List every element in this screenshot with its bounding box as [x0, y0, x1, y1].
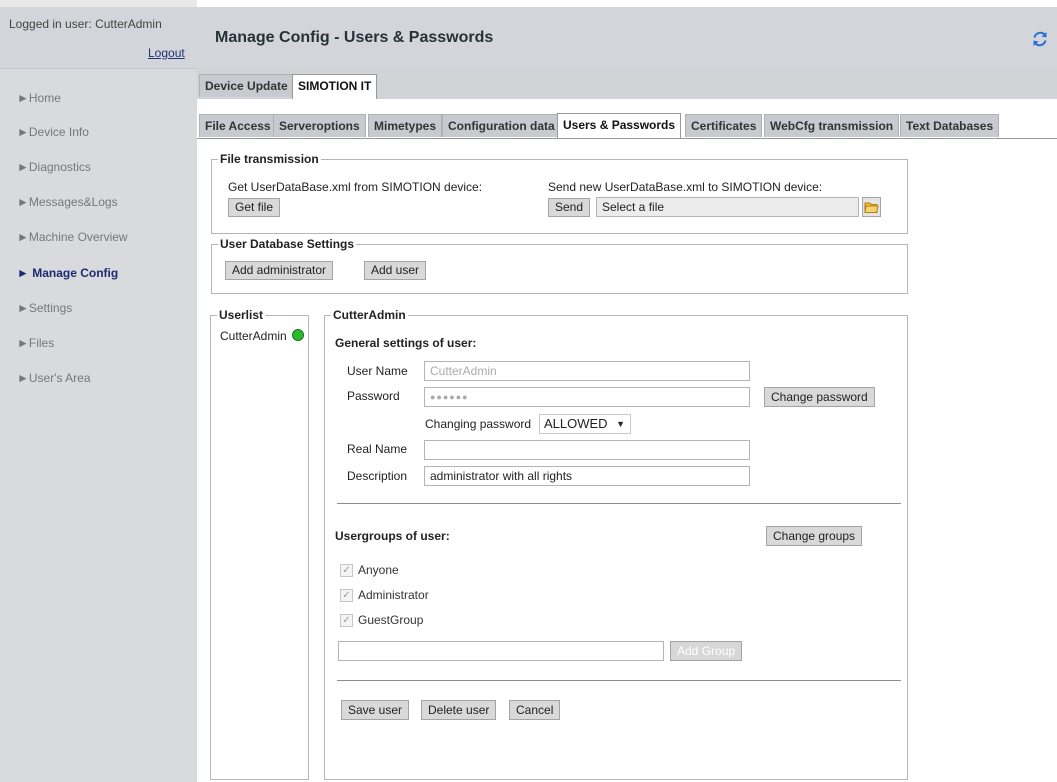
- send-button[interactable]: Send: [548, 198, 591, 217]
- tab-serveroptions[interactable]: Serveroptions: [273, 114, 366, 137]
- user-status-icon: [292, 329, 305, 341]
- description-label: Description: [347, 469, 408, 483]
- chevron-down-icon: ▼: [616, 419, 625, 429]
- group-administrator-label: Administrator: [358, 588, 429, 602]
- group-anyone-checkbox[interactable]: ✓: [340, 564, 353, 577]
- change-groups-button[interactable]: Change groups: [766, 526, 863, 546]
- sidebar-item-users-area[interactable]: ►User's Area: [17, 371, 91, 385]
- tab-mimetypes[interactable]: Mimetypes: [368, 114, 443, 137]
- file-select-input[interactable]: Select a file: [596, 197, 859, 217]
- group-anyone-label: Anyone: [358, 563, 399, 577]
- divider: [337, 503, 901, 504]
- tab-bar-sub: File Access Serveroptions Mimetypes Conf…: [197, 99, 1057, 139]
- password-field[interactable]: ●●●●●●: [424, 387, 750, 407]
- user-list-item-name: CutterAdmin: [220, 329, 287, 343]
- add-user-button[interactable]: Add user: [364, 261, 427, 280]
- sidebar: Logged in user: CutterAdmin Logout ►Home…: [0, 0, 197, 782]
- password-label: Password: [347, 389, 400, 403]
- userlist-group: Userlist CutterAdmin: [210, 308, 309, 780]
- get-file-button[interactable]: Get file: [228, 198, 281, 217]
- sidebar-item-manage-config[interactable]: ► Manage Config: [17, 266, 118, 280]
- tab-certificates[interactable]: Certificates: [685, 114, 763, 137]
- description-field[interactable]: administrator with all rights: [424, 466, 750, 486]
- changing-password-label: Changing password: [425, 417, 532, 431]
- user-database-settings-group: User Database Settings Add administrator…: [211, 237, 908, 294]
- tab-webcfg-transmission[interactable]: WebCfg transmission: [764, 114, 900, 137]
- browse-button[interactable]: [862, 197, 881, 217]
- group-guestgroup-label: GuestGroup: [358, 613, 424, 627]
- user-detail-group: CutterAdmin General settings of user: Us…: [324, 308, 908, 780]
- cancel-button[interactable]: Cancel: [509, 700, 561, 720]
- change-password-button[interactable]: Change password: [764, 387, 875, 407]
- sidebar-item-machine-overview[interactable]: ►Machine Overview: [17, 230, 128, 244]
- top-strip: [0, 0, 197, 7]
- user-list-item[interactable]: CutterAdmin: [220, 329, 305, 343]
- sidebar-item-device-info[interactable]: ►Device Info: [17, 125, 89, 139]
- real-name-field[interactable]: [424, 440, 750, 460]
- group-guestgroup-checkbox[interactable]: ✓: [340, 614, 353, 627]
- file-transmission-group: File transmission Get UserDataBase.xml f…: [211, 152, 908, 234]
- user-name-field[interactable]: CutterAdmin: [424, 361, 750, 381]
- general-settings-heading: General settings of user:: [335, 336, 477, 350]
- logout-link[interactable]: Logout: [148, 46, 185, 60]
- user-detail-legend: CutterAdmin: [331, 308, 408, 322]
- user-name-label: User Name: [347, 364, 408, 378]
- sidebar-item-files[interactable]: ►Files: [17, 336, 54, 350]
- changing-password-select[interactable]: ALLOWED ▼: [539, 414, 631, 434]
- delete-user-button[interactable]: Delete user: [421, 700, 497, 720]
- tab-text-databases[interactable]: Text Databases: [900, 114, 1000, 137]
- sidebar-item-settings[interactable]: ►Settings: [17, 301, 72, 315]
- save-user-button[interactable]: Save user: [341, 700, 410, 720]
- refresh-icon[interactable]: [1031, 30, 1049, 48]
- tab-file-access[interactable]: File Access: [199, 114, 277, 137]
- new-group-input[interactable]: [338, 641, 664, 661]
- userlist-legend: Userlist: [217, 308, 266, 322]
- sidebar-item-diagnostics[interactable]: ►Diagnostics: [17, 160, 91, 174]
- add-group-button[interactable]: Add Group: [670, 641, 743, 661]
- send-file-label: Send new UserDataBase.xml to SIMOTION de…: [548, 180, 823, 194]
- tab-configuration-data[interactable]: Configuration data: [442, 114, 561, 137]
- folder-icon: [864, 202, 879, 213]
- group-administrator-checkbox[interactable]: ✓: [340, 589, 353, 602]
- sidebar-item-messages-logs[interactable]: ►Messages&Logs: [17, 195, 118, 209]
- tab-simotion-it[interactable]: SIMOTION IT: [292, 74, 378, 99]
- usergroups-heading: Usergroups of user:: [335, 529, 450, 543]
- user-db-settings-legend: User Database Settings: [218, 237, 357, 251]
- divider: [337, 680, 901, 681]
- tab-bar-main: Device Update SIMOTION IT: [197, 69, 1057, 99]
- page-title: Manage Config - Users & Passwords: [215, 29, 494, 46]
- add-administrator-button[interactable]: Add administrator: [225, 261, 334, 280]
- tab-users-passwords[interactable]: Users & Passwords: [557, 113, 682, 138]
- real-name-label: Real Name: [347, 442, 408, 456]
- get-file-label: Get UserDataBase.xml from SIMOTION devic…: [228, 180, 483, 194]
- sidebar-item-home[interactable]: ►Home: [17, 91, 61, 105]
- file-transmission-legend: File transmission: [218, 152, 321, 166]
- login-box: Logged in user: CutterAdmin Logout: [0, 7, 197, 69]
- header: Manage Config - Users & Passwords: [197, 7, 1057, 69]
- logged-in-user-text: Logged in user: CutterAdmin: [9, 17, 162, 31]
- tab-device-update[interactable]: Device Update: [199, 74, 294, 97]
- changing-password-value: ALLOWED: [544, 416, 608, 431]
